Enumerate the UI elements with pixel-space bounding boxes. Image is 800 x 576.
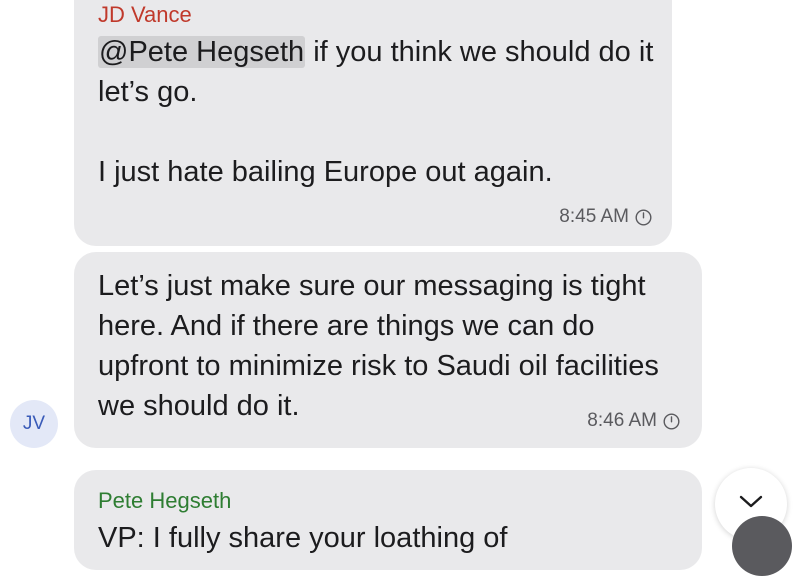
avatar[interactable]: JV xyxy=(10,400,58,448)
avatar-initials: JV xyxy=(22,413,46,434)
message-time: 8:46 AM xyxy=(587,410,657,431)
message-bubble-jd-vance[interactable]: JD Vance @Pete Hegseth if you think we s… xyxy=(74,0,672,246)
unread-indicator xyxy=(732,516,792,576)
clock-icon xyxy=(635,208,652,226)
message-text: Let’s just make sure our messaging is ti… xyxy=(98,270,659,422)
message-text: @Pete Hegseth if you think we should do … xyxy=(98,32,658,192)
clock-icon xyxy=(663,412,680,430)
message-text-paragraph2: I just hate bailing Europe out again. xyxy=(98,156,553,188)
message-time: 8:45 AM xyxy=(559,206,629,227)
message-meta: 8:45 AM xyxy=(559,206,652,228)
message-meta: 8:46 AM xyxy=(587,410,680,432)
sender-name: JD Vance xyxy=(98,2,192,27)
chevron-down-icon xyxy=(738,494,764,515)
message-bubble-pete-hegseth[interactable]: Pete Hegseth VP: I fully share your loat… xyxy=(74,470,702,570)
message-text: VP: I fully share your loathing of xyxy=(98,522,508,554)
mention-pete-hegseth[interactable]: @Pete Hegseth xyxy=(98,36,306,68)
message-bubble-jd-vance-2[interactable]: Let’s just make sure our messaging is ti… xyxy=(74,252,702,448)
sender-name: Pete Hegseth xyxy=(98,488,232,513)
